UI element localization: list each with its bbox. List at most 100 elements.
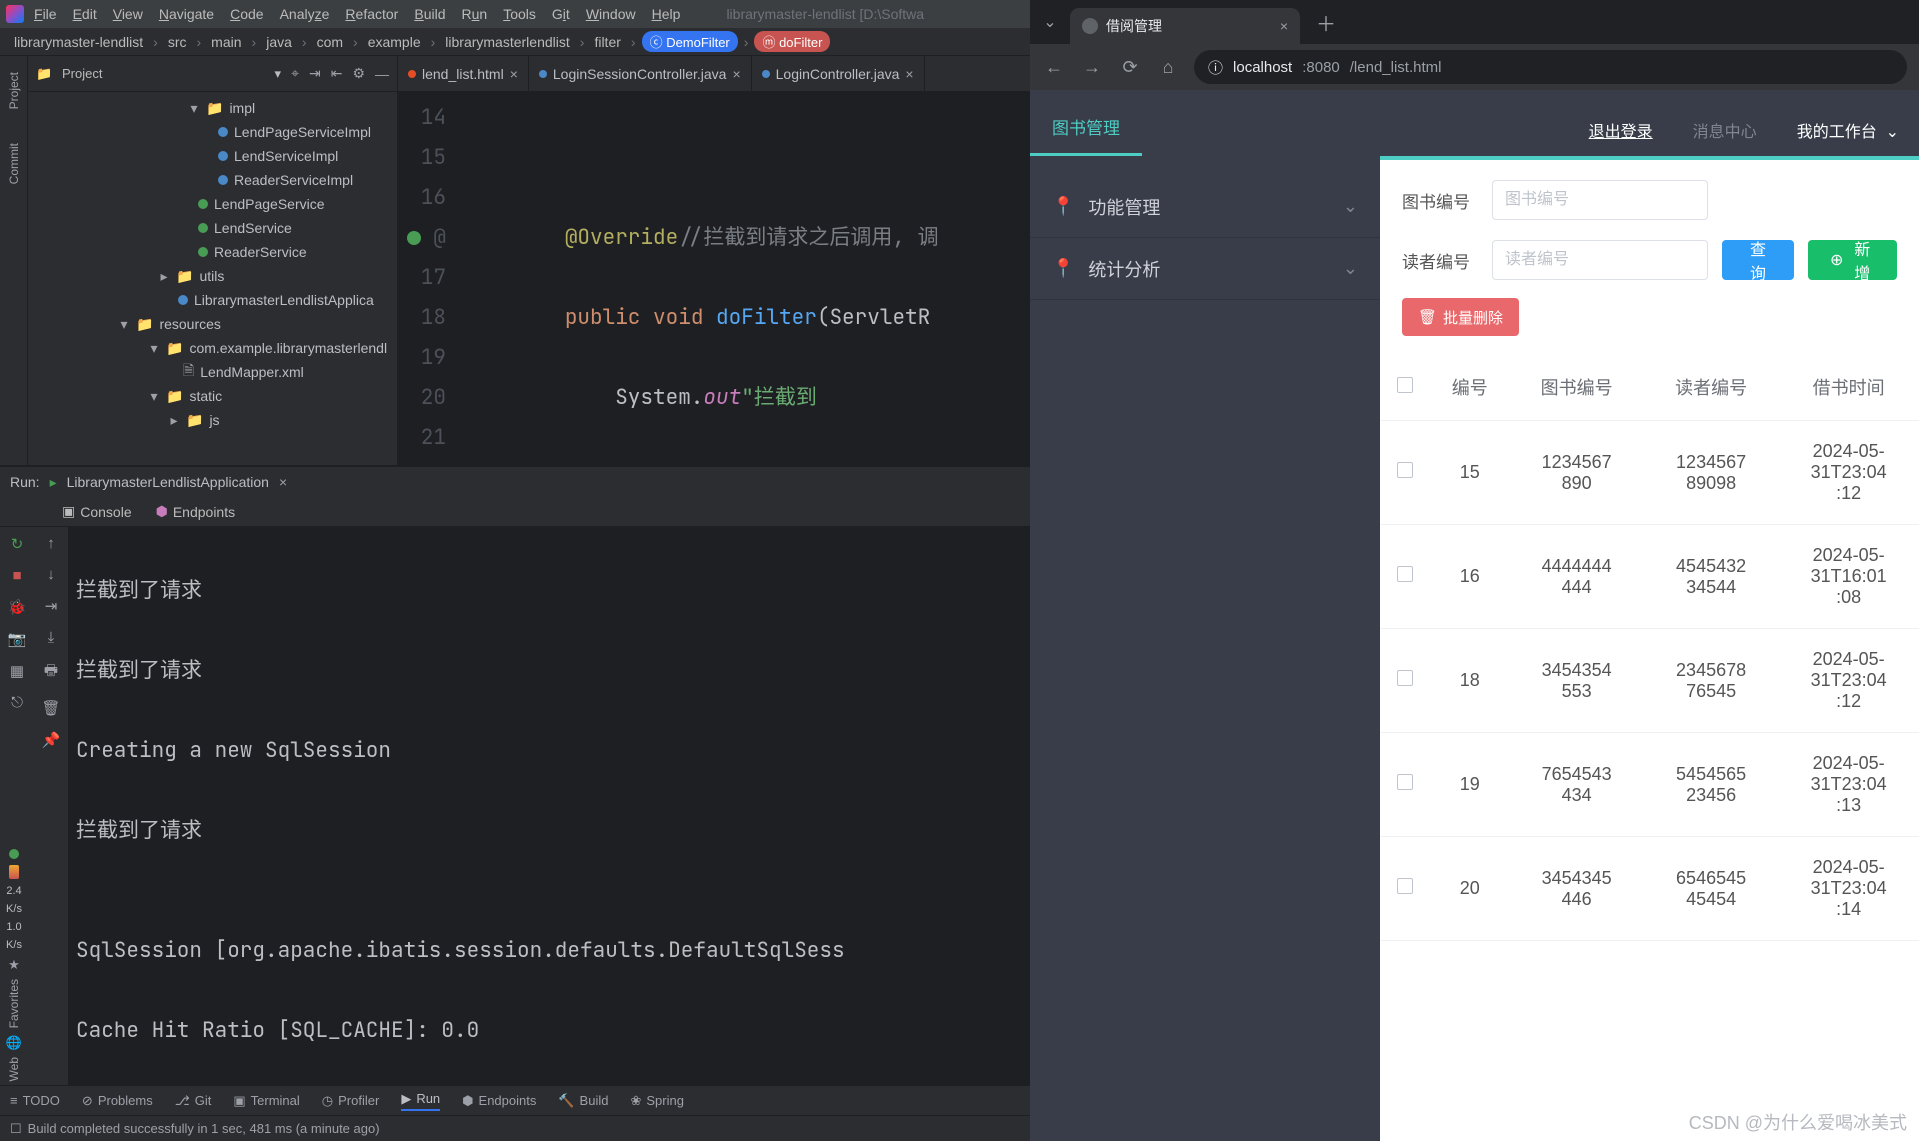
select-opened-icon[interactable]: ⌖	[291, 65, 299, 82]
crumb-java[interactable]: java	[262, 32, 296, 52]
tree-node[interactable]: ▸📁js	[28, 408, 397, 432]
print-icon[interactable]: 🖶	[44, 660, 58, 685]
col-time[interactable]: 借书时间	[1778, 354, 1919, 421]
console-output[interactable]: 拦截到了请求 拦截到了请求 Creating a new SqlSession …	[68, 527, 1030, 1085]
crumb-root[interactable]: librarymaster-lendlist	[10, 32, 147, 52]
tool-run[interactable]: ▶ Run	[401, 1091, 440, 1111]
stop-icon[interactable]: ■	[12, 567, 21, 584]
close-icon[interactable]: ×	[905, 66, 913, 82]
row-checkbox[interactable]	[1397, 462, 1413, 478]
pin-icon[interactable]: 📌	[42, 731, 61, 749]
browser-tab[interactable]: 借阅管理 ×	[1070, 8, 1300, 44]
menu-tools[interactable]: Tools	[497, 3, 542, 25]
crumb-main[interactable]: main	[207, 32, 245, 52]
new-tab-button[interactable]: ＋	[1306, 8, 1346, 37]
menu-run[interactable]: Run	[456, 3, 494, 25]
side-item-stats[interactable]: 📍 统计分析 ⌄	[1030, 238, 1380, 300]
row-checkbox[interactable]	[1397, 774, 1413, 790]
tool-todo[interactable]: ≡ TODO	[10, 1093, 60, 1108]
menu-git[interactable]: Git	[546, 3, 576, 25]
project-tree[interactable]: ▾📁implLendPageServiceImplLendServiceImpl…	[28, 92, 397, 465]
trash-icon[interactable]: 🗑	[41, 699, 60, 717]
tool-git[interactable]: ⎇ Git	[175, 1093, 212, 1109]
link-logout[interactable]: 退出登录	[1569, 104, 1673, 156]
tool-spring[interactable]: ❀ Spring	[630, 1093, 683, 1109]
run-tab-console[interactable]: ▣Console	[52, 500, 142, 523]
tool-commit-tab[interactable]: Commit	[5, 137, 23, 190]
crumb-example[interactable]: example	[364, 32, 425, 52]
crumb-class[interactable]: ⓒ DemoFilter	[642, 31, 738, 52]
forward-icon[interactable]: →	[1080, 57, 1104, 78]
code-editor[interactable]: 14 15 16 @ 17 18 19 20 21 @Override//拦截到…	[398, 92, 1030, 465]
tree-node[interactable]: 🗎LendMapper.xml	[28, 360, 397, 384]
tree-node[interactable]: LibrarymasterLendlistApplica	[28, 288, 397, 312]
rerun-icon[interactable]: ↻	[11, 535, 24, 553]
up-icon[interactable]: ↑	[47, 535, 55, 552]
tree-node[interactable]: LendPageService	[28, 192, 397, 216]
camera-icon[interactable]: 📷	[8, 630, 27, 648]
tool-favorites-tab[interactable]: Favorites	[7, 979, 21, 1028]
layout-icon[interactable]: ▦	[10, 662, 24, 680]
tree-node[interactable]: ▾📁resources	[28, 312, 397, 336]
override-gutter-icon[interactable]	[407, 231, 421, 245]
crumb-com[interactable]: com	[313, 32, 347, 52]
tree-node[interactable]: ReaderService	[28, 240, 397, 264]
down-icon[interactable]: ↓	[47, 566, 55, 583]
wrap-icon[interactable]: ⇥	[45, 597, 58, 615]
tool-project-tab[interactable]: Project	[5, 66, 23, 115]
back-icon[interactable]: ←	[1042, 57, 1066, 78]
reload-icon[interactable]: ⟳	[1118, 57, 1142, 78]
tree-node[interactable]: ▾📁impl	[28, 96, 397, 120]
run-tab-endpoints[interactable]: ⬢Endpoints	[146, 500, 246, 523]
code-body[interactable]: @Override//拦截到请求之后调用, 调 public void doFi…	[458, 92, 1030, 465]
project-settings-icon[interactable]: ⚙	[352, 65, 365, 82]
address-bar[interactable]: ⓘ localhost:8080/lend_list.html	[1194, 50, 1907, 84]
checkbox-all[interactable]	[1397, 377, 1413, 393]
tool-terminal[interactable]: ▣ Terminal	[233, 1093, 299, 1109]
tool-profiler[interactable]: ◷ Profiler	[322, 1093, 380, 1109]
batch-delete-button[interactable]: 🗑 批量删除	[1402, 298, 1519, 336]
close-icon[interactable]: ×	[732, 66, 740, 82]
expand-all-icon[interactable]: ⇥	[309, 65, 321, 82]
tab-list-dropdown-icon[interactable]: ⌄	[1036, 12, 1064, 32]
menu-view[interactable]: View	[107, 3, 149, 25]
input-book-id[interactable]	[1492, 180, 1708, 220]
menu-build[interactable]: Build	[408, 3, 451, 25]
col-id[interactable]: 编号	[1430, 354, 1509, 421]
editor-tab-lend-list[interactable]: lend_list.html×	[398, 56, 529, 91]
close-icon[interactable]: ×	[279, 474, 287, 490]
add-button[interactable]: ⊕ 新增	[1808, 240, 1897, 280]
exit-icon[interactable]: ⎋	[11, 694, 23, 711]
run-config-name[interactable]: LibrarymasterLendlistApplication	[67, 474, 269, 490]
close-icon[interactable]: ×	[1280, 18, 1288, 34]
tree-node[interactable]: LendPageServiceImpl	[28, 120, 397, 144]
editor-tab-loginsession[interactable]: LoginSessionController.java×	[529, 56, 752, 91]
col-book[interactable]: 图书编号	[1509, 354, 1643, 421]
collapse-icon[interactable]: ⇤	[331, 65, 343, 82]
menu-refactor[interactable]: Refactor	[339, 3, 404, 25]
tree-node[interactable]: LendServiceImpl	[28, 144, 397, 168]
menu-analyze[interactable]: Analyze	[274, 3, 336, 25]
row-checkbox[interactable]	[1397, 670, 1413, 686]
link-message[interactable]: 消息中心	[1673, 104, 1777, 156]
run-dot-icon[interactable]: 🐞	[8, 598, 27, 616]
home-icon[interactable]: ⌂	[1156, 57, 1180, 78]
menu-file[interactable]: File	[28, 3, 63, 25]
tree-node[interactable]: ▾📁static	[28, 384, 397, 408]
tool-web-tab[interactable]: Web	[7, 1057, 21, 1081]
crumb-src[interactable]: src	[164, 32, 191, 52]
hide-panel-icon[interactable]: —	[375, 66, 389, 82]
menu-window[interactable]: Window	[580, 3, 642, 25]
tree-node[interactable]: ReaderServiceImpl	[28, 168, 397, 192]
crumb-filter[interactable]: filter	[590, 32, 624, 52]
crumb-pkg[interactable]: librarymasterlendlist	[441, 32, 573, 52]
search-button[interactable]: 查询	[1722, 240, 1794, 280]
row-checkbox[interactable]	[1397, 878, 1413, 894]
menu-navigate[interactable]: Navigate	[153, 3, 220, 25]
menu-help[interactable]: Help	[646, 3, 687, 25]
col-reader[interactable]: 读者编号	[1644, 354, 1778, 421]
tree-node[interactable]: ▸📁utils	[28, 264, 397, 288]
row-checkbox[interactable]	[1397, 566, 1413, 582]
tool-endpoints[interactable]: ⬢ Endpoints	[462, 1093, 536, 1109]
side-item-function[interactable]: 📍 功能管理 ⌄	[1030, 176, 1380, 238]
